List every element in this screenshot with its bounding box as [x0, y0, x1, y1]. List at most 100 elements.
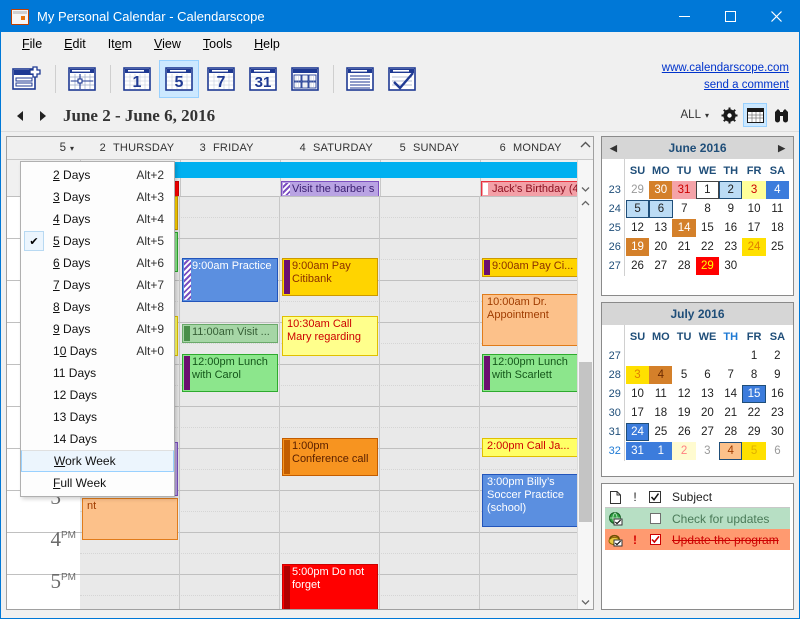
- menu-view[interactable]: View: [143, 34, 192, 54]
- day-planner-button[interactable]: [62, 60, 102, 98]
- mini-cal-day[interactable]: 12: [672, 385, 695, 403]
- mini-cal-day[interactable]: 30: [649, 180, 673, 199]
- mini-cal-day[interactable]: 24: [742, 237, 766, 256]
- event-11am-visit[interactable]: 11:00am Visit ...: [182, 324, 278, 343]
- day-count-dropdown-menu[interactable]: 2 Days Alt+2 3 Days Alt+3 4 Days Alt+4 ✔ 5 Days…: [20, 161, 175, 497]
- task-complete-checkbox[interactable]: [644, 534, 666, 545]
- mini-cal-day[interactable]: 8: [696, 200, 719, 218]
- dropdown-item-7-days[interactable]: 7 Days Alt+7: [21, 274, 174, 296]
- mini-cal-day[interactable]: [719, 347, 742, 365]
- event-lunch-scarlett[interactable]: 12:00pm Lunch with Scarlett: [482, 354, 578, 392]
- mini-cal-day[interactable]: 5: [742, 441, 766, 460]
- mini-cal-day[interactable]: 3: [742, 180, 766, 199]
- event-conference-call[interactable]: 1:00pm Conference call: [282, 438, 378, 476]
- mini-cal-day[interactable]: 11: [766, 200, 789, 218]
- dropdown-item-13-days[interactable]: 13 Days: [21, 406, 174, 428]
- mini-cal-day[interactable]: 7: [673, 200, 696, 218]
- menu-help[interactable]: Help: [243, 34, 291, 54]
- task-check-for-updates[interactable]: Check for updates: [605, 508, 790, 529]
- mini-cal-day[interactable]: 27: [649, 257, 672, 275]
- dropdown-item-work-week[interactable]: Work Week: [21, 450, 174, 472]
- mini-cal-day[interactable]: 2: [766, 347, 789, 365]
- calendar-toggle-button[interactable]: [743, 103, 767, 127]
- mini-cal-day[interactable]: 29: [742, 423, 765, 441]
- mini-cal-day[interactable]: 5: [625, 199, 650, 218]
- mini-cal-day[interactable]: 4: [649, 365, 673, 384]
- event-do-not-forget[interactable]: 5:00pm Do not forget: [282, 564, 378, 609]
- mini-cal-day[interactable]: 5: [672, 366, 695, 384]
- event-hidden-orange[interactable]: nt: [82, 498, 178, 540]
- next-period-button[interactable]: [31, 105, 53, 127]
- dropdown-item-4-days[interactable]: 4 Days Alt+4: [21, 208, 174, 230]
- view-31-days-button[interactable]: 31: [243, 60, 283, 98]
- mini-cal-day[interactable]: 1: [742, 347, 765, 365]
- filter-label[interactable]: ALL: [675, 105, 703, 125]
- mini-cal-day[interactable]: 26: [626, 257, 649, 275]
- mini-cal-day[interactable]: 3: [625, 365, 650, 384]
- dropdown-item-5-days[interactable]: ✔ 5 Days Alt+5: [21, 230, 174, 252]
- dropdown-item-8-days[interactable]: 8 Days Alt+8: [21, 296, 174, 318]
- mini-cal-day[interactable]: 13: [696, 385, 719, 403]
- event-call-ja[interactable]: 2:00pm Call Ja...: [482, 438, 578, 457]
- view-5-days-button[interactable]: 5: [159, 59, 199, 98]
- dropdown-item-9-days[interactable]: 9 Days Alt+9: [21, 318, 174, 340]
- maximize-button[interactable]: [707, 1, 753, 32]
- event-lunch-carol[interactable]: 12:00pm Lunch with Carol: [182, 354, 278, 392]
- menu-item[interactable]: Item: [97, 34, 143, 54]
- mini-cal-day[interactable]: 15: [696, 219, 719, 237]
- all-day-scroll-down-icon[interactable]: [578, 182, 593, 196]
- mini-cal-day[interactable]: 18: [766, 219, 789, 237]
- dropdown-item-6-days[interactable]: 6 Days Alt+6: [21, 252, 174, 274]
- allday-scroll-up-icon[interactable]: [580, 140, 591, 152]
- dropdown-item-14-days[interactable]: 14 Days: [21, 428, 174, 450]
- menu-tools[interactable]: Tools: [192, 34, 243, 54]
- dropdown-item-10-days[interactable]: 10 Days Alt+0: [21, 340, 174, 362]
- grid-scrollbar[interactable]: [577, 196, 593, 609]
- dropdown-item-12-days[interactable]: 12 Days: [21, 384, 174, 406]
- mini-cal-day[interactable]: 20: [649, 238, 672, 256]
- mini-cal-day[interactable]: 7: [719, 366, 742, 384]
- mini-cal-day[interactable]: 10: [742, 200, 765, 218]
- day-header-friday[interactable]: 3 FRIDAY: [180, 137, 280, 159]
- event-pay-citibank-mon[interactable]: 9:00am Pay Ci...: [482, 258, 578, 277]
- mini-cal-day[interactable]: [766, 257, 789, 275]
- task-complete-checkbox[interactable]: [644, 513, 666, 524]
- mini-cal-day[interactable]: [672, 347, 695, 365]
- mini-cal-day[interactable]: 29: [626, 181, 649, 199]
- event-billy-soccer[interactable]: 3:00pm Billy’s Soccer Practice (school): [482, 474, 578, 527]
- new-item-button[interactable]: [7, 60, 47, 98]
- mini-cal-day[interactable]: 10: [626, 385, 649, 403]
- mini-cal-day[interactable]: [626, 347, 649, 365]
- dropdown-item-3-days[interactable]: 3 Days Alt+3: [21, 186, 174, 208]
- task-update-the-program[interactable]: ! Update the program: [605, 529, 790, 550]
- mini-cal-day[interactable]: 2: [719, 180, 743, 199]
- mini-cal-day[interactable]: 31: [625, 441, 650, 460]
- mini-cal-day[interactable]: 6: [649, 199, 673, 218]
- mini-cal-day[interactable]: 20: [696, 404, 719, 422]
- mini-cal-day[interactable]: 29: [695, 256, 720, 275]
- day-header-sunday[interactable]: 5 SUNDAY: [380, 137, 480, 159]
- mini-cal-day[interactable]: 3: [696, 442, 719, 460]
- mini-cal-day[interactable]: 30: [766, 423, 789, 441]
- mini-cal-day[interactable]: 1: [695, 180, 720, 199]
- mini-cal-day[interactable]: 25: [766, 238, 789, 256]
- day-header-thursday[interactable]: 2 THURSDAY: [80, 137, 180, 159]
- mini-cal-day[interactable]: 31: [672, 180, 696, 199]
- dropdown-item-11-days[interactable]: 11 Days: [21, 362, 174, 384]
- view-month-button[interactable]: [285, 60, 325, 98]
- prev-period-button[interactable]: [9, 105, 31, 127]
- mini-cal-day[interactable]: 27: [696, 423, 719, 441]
- dropdown-item-full-week[interactable]: Full Week: [21, 472, 174, 494]
- mini-cal-day[interactable]: 28: [672, 257, 695, 275]
- mini-cal-day[interactable]: 30: [719, 257, 742, 275]
- mini-cal-day[interactable]: 21: [719, 404, 742, 422]
- mini-cal-day[interactable]: 12: [626, 219, 649, 237]
- options-gear-button[interactable]: [717, 103, 741, 127]
- mini-cal-day[interactable]: [742, 257, 765, 275]
- mini-cal-day[interactable]: 23: [766, 404, 789, 422]
- day-count-selector[interactable]: 5 ▾: [7, 137, 80, 159]
- mini-cal-prev-button[interactable]: ◀: [610, 143, 617, 154]
- mini-cal-day[interactable]: [696, 347, 719, 365]
- mini-cal-day[interactable]: 26: [673, 423, 696, 441]
- event-call-mary[interactable]: 10:30am Call Mary regarding: [282, 316, 378, 356]
